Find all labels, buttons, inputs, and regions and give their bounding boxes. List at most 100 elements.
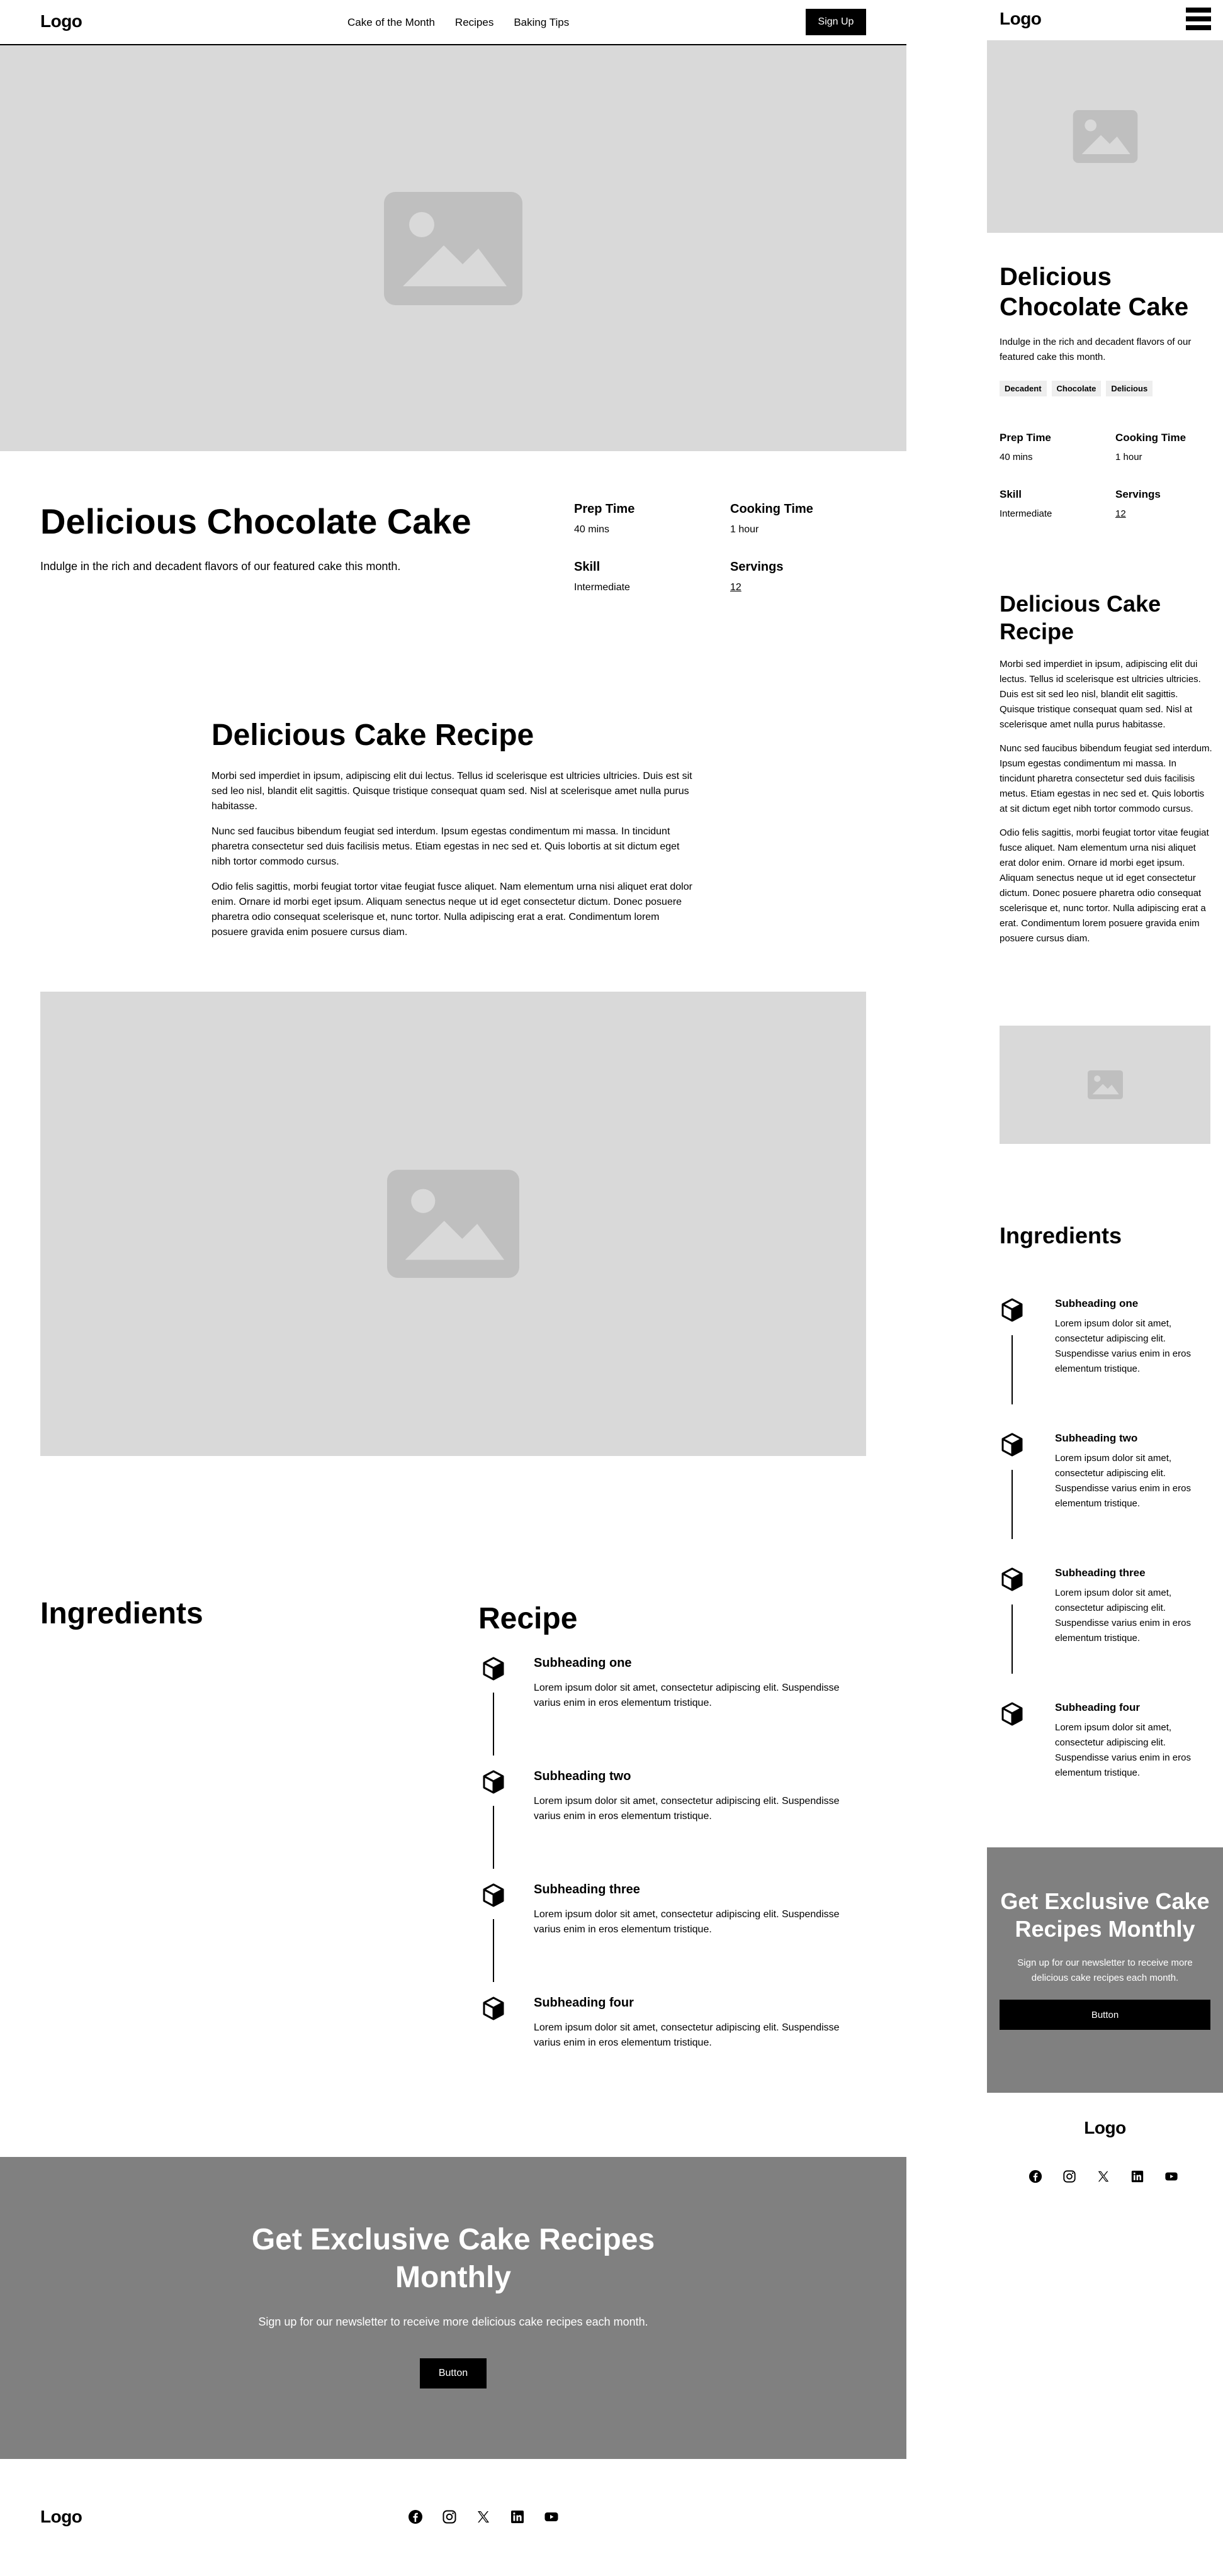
step-text: Lorem ipsum dolor sit amet, consectetur … [534,1796,840,1822]
desktop-layout: Logo Cake of the Month Recipes Baking Ti… [0,0,906,2576]
facebook-icon[interactable] [408,2509,423,2524]
meta-value: 40 mins [1000,452,1033,462]
step-heading: Subheading four [534,1996,634,2010]
meta-label: Servings [730,560,784,574]
recipe-image-placeholder [1000,1026,1210,1144]
image-icon [1088,1070,1123,1099]
x-icon[interactable] [476,2509,491,2524]
cube-icon [481,1656,506,1681]
recipe-section-body: Morbi sed imperdiet in ipsum, adipiscing… [1000,657,1214,946]
tag: Chocolate [1051,381,1102,396]
cta-subtitle: Sign up for our newsletter to receive mo… [258,2316,648,2328]
servings-link[interactable]: 12 [730,582,783,593]
logo[interactable]: Logo [40,11,82,31]
facebook-icon[interactable] [1029,2170,1042,2183]
meta-value: 1 hour [1115,452,1142,462]
servings-link[interactable]: 12 [1115,508,1161,519]
paragraph: Odio felis sagittis, morbi feugiat torto… [1000,827,1209,944]
x-icon[interactable] [1096,2170,1110,2183]
step-text: Lorem ipsum dolor sit amet, consectetur … [1055,1722,1191,1778]
step-heading: Subheading two [534,1769,631,1783]
newsletter-cta: Get Exclusive Cake Recipes Monthly Sign … [0,2157,906,2459]
linkedin-icon[interactable] [1130,2170,1144,2183]
cube-icon [481,1996,506,2021]
meta-prep: Prep Time 40 mins [574,502,634,535]
step-heading: Subheading three [534,1883,640,1896]
tag-list: Decadent Chocolate Delicious [1000,381,1153,396]
step-heading: Subheading two [1055,1432,1138,1444]
step-heading: Subheading one [534,1656,632,1670]
recipe-section-title: Delicious Cake Recipe [211,719,534,752]
footer-logo[interactable]: Logo [987,2118,1223,2138]
timeline-divider [493,1919,494,1982]
nav-links: Cake of the Month Recipes Baking Tips [347,16,569,29]
meta-label: Prep Time [1000,432,1051,444]
nav-link-cake-of-the-month[interactable]: Cake of the Month [347,16,435,29]
step-text: Lorem ipsum dolor sit amet, consectetur … [1055,1453,1191,1509]
meta-skill: Skill Intermediate [574,560,630,593]
meta-value: 1 hour [730,524,759,535]
footer-logo[interactable]: Logo [40,2507,82,2527]
paragraph: Morbi sed imperdiet in ipsum, adipiscing… [1000,659,1201,730]
meta-cooking: Cooking Time 1 hour [1115,432,1186,462]
meta-value: Intermediate [1000,508,1052,519]
cta-subtitle: Sign up for our newsletter to receive mo… [1017,1957,1193,1983]
tag: Delicious [1106,381,1153,396]
cta-button[interactable]: Button [420,2358,487,2388]
newsletter-cta: Get Exclusive Cake Recipes Monthly Sign … [987,1847,1223,2093]
step-text: Lorem ipsum dolor sit amet, consectetur … [1055,1318,1191,1374]
recipe-title: Recipe [478,1602,578,1635]
image-icon [1073,110,1138,163]
meta-value: 40 mins [574,524,610,535]
instagram-icon[interactable] [442,2509,457,2524]
nav-link-recipes[interactable]: Recipes [455,16,493,29]
top-navbar: Logo Cake of the Month Recipes Baking Ti… [0,0,906,45]
image-icon [384,192,522,305]
meta-prep: Prep Time 40 mins [1000,432,1051,462]
timeline-divider [1012,1604,1013,1674]
step-heading: Subheading three [1055,1567,1146,1579]
timeline-divider [1012,1335,1013,1404]
ingredients-title: Ingredients [40,1597,203,1630]
logo[interactable]: Logo [1000,9,1042,29]
instagram-icon[interactable] [1062,2170,1076,2183]
hamburger-menu-icon[interactable] [1186,8,1211,33]
hero-image-placeholder [0,45,906,451]
recipe-section-title: Delicious Cake Recipe [1000,591,1161,644]
ingredients-title: Ingredients [1000,1223,1122,1248]
cta-title: Get Exclusive Cake Recipes Monthly [251,2223,655,2294]
hero-image-placeholder [987,40,1223,233]
cube-icon [1000,1432,1025,1457]
meta-label: Skill [574,560,600,574]
meta-label: Cooking Time [730,502,813,516]
cube-icon [481,1883,506,1908]
paragraph: Odio felis sagittis, morbi feugiat torto… [211,882,692,938]
social-links [408,2509,559,2524]
cube-icon [481,1769,506,1795]
paragraph: Nunc sed faucibus bibendum feugiat sed i… [211,826,680,867]
page-title: Delicious Chocolate Cake [40,501,471,541]
step-text: Lorem ipsum dolor sit amet, consectetur … [1055,1588,1191,1644]
page-subtitle: Indulge in the rich and decadent flavors… [1000,337,1192,362]
youtube-icon[interactable] [544,2509,559,2524]
mobile-layout: Logo Delicious Chocolate Cake Indulge in… [987,0,1223,2576]
page-title: Delicious Chocolate Cake [1000,263,1189,321]
social-links [1029,2170,1178,2183]
cta-button[interactable]: Button [1000,2000,1210,2030]
step-heading: Subheading four [1055,1701,1141,1713]
step-text: Lorem ipsum dolor sit amet, consectetur … [534,1909,840,1935]
recipe-section-body: Morbi sed imperdiet in ipsum, adipiscing… [211,769,695,940]
step-text: Lorem ipsum dolor sit amet, consectetur … [534,1683,840,1708]
timeline-divider [493,1806,494,1869]
meta-cooking: Cooking Time 1 hour [730,502,813,535]
tag: Decadent [1000,381,1047,396]
meta-servings: Servings 12 [730,560,783,593]
youtube-icon[interactable] [1164,2170,1178,2183]
linkedin-icon[interactable] [510,2509,525,2524]
nav-link-baking-tips[interactable]: Baking Tips [514,16,569,29]
sign-up-button[interactable]: Sign Up [806,9,866,35]
meta-label: Prep Time [574,502,635,516]
cube-icon [1000,1567,1025,1592]
step-heading: Subheading one [1055,1297,1139,1309]
meta-value: Intermediate [574,582,630,593]
